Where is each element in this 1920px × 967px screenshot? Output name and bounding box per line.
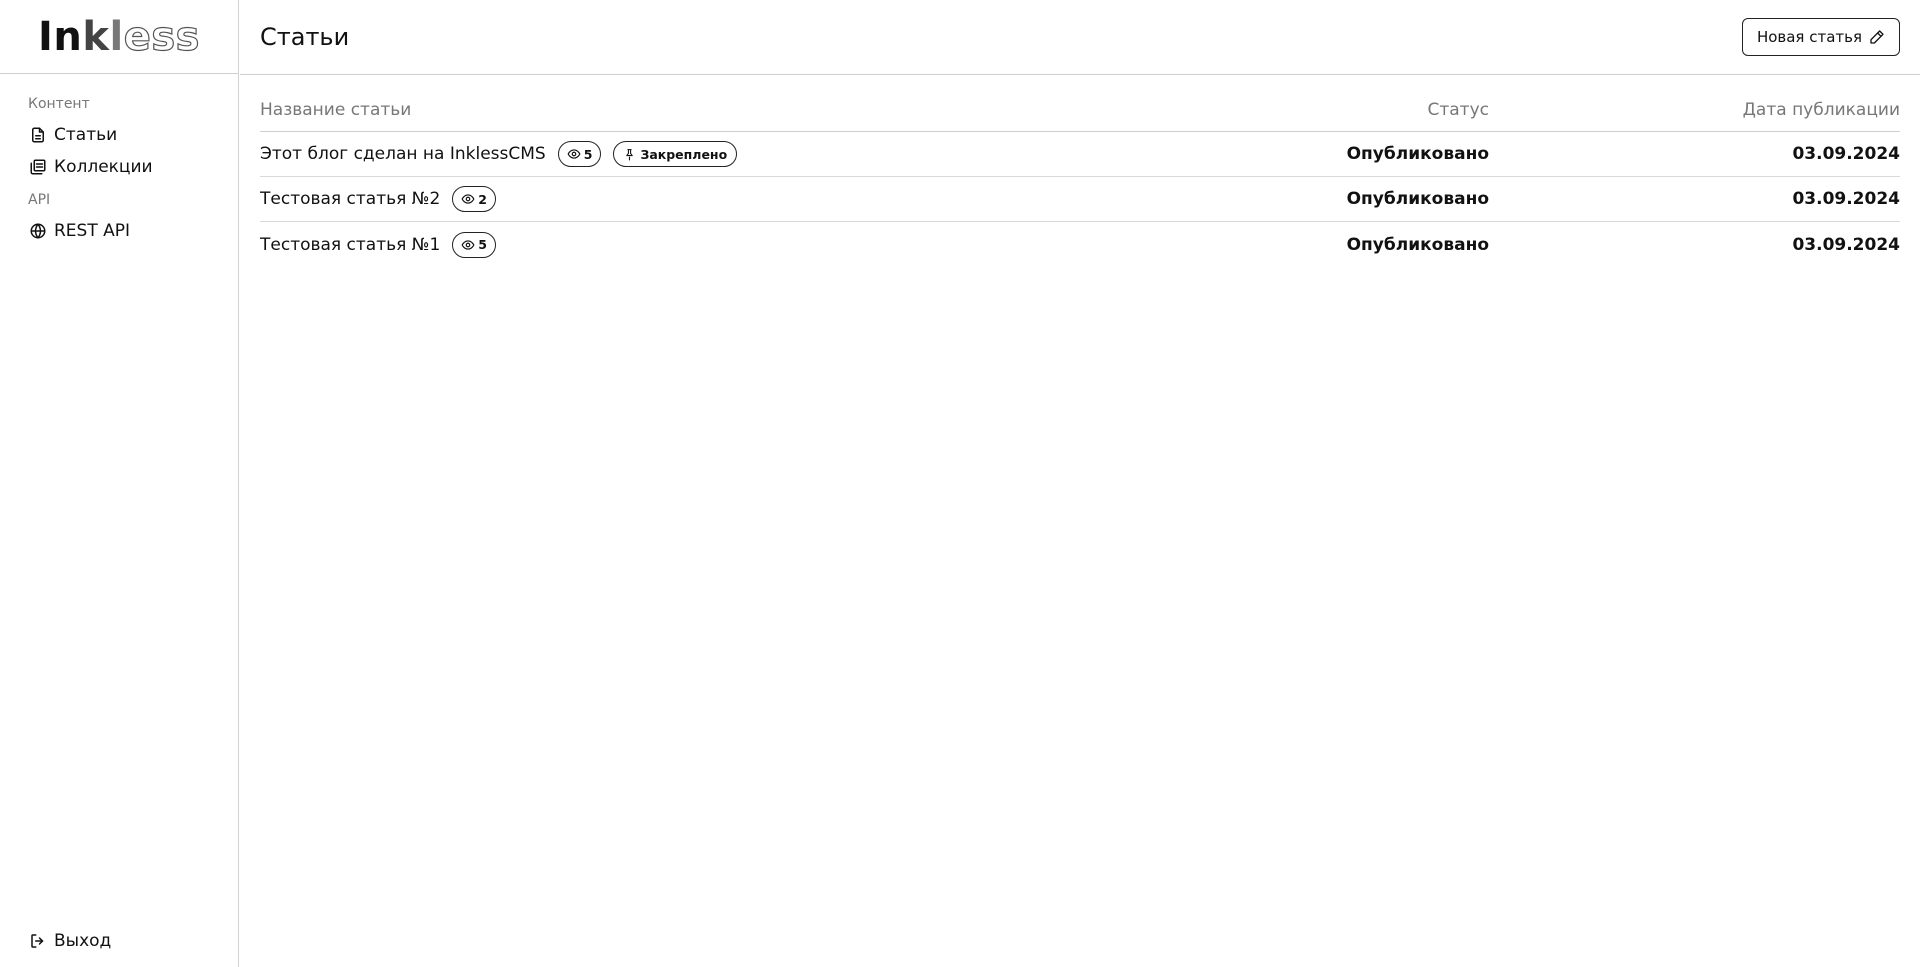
article-title-cell[interactable]: Этот блог сделан на InklessCMS 5 Закрепл… xyxy=(260,141,1189,167)
sidebar-item-collections[interactable]: Коллекции xyxy=(28,151,238,183)
article-status: Опубликовано xyxy=(1346,234,1489,255)
table-row[interactable]: Тестовая статья №2 2 Опубликовано 03.09.… xyxy=(260,177,1900,222)
views-count: 5 xyxy=(478,237,487,252)
sidebar: Inkless Контент Статьи Коллекции API RES… xyxy=(0,0,239,967)
article-title[interactable]: Этот блог сделан на InklessCMS xyxy=(260,144,546,164)
sidebar-item-rest-api[interactable]: REST API xyxy=(28,215,238,247)
sidebar-nav: Контент Статьи Коллекции API REST API xyxy=(0,74,238,247)
table-row[interactable]: Тестовая статья №1 5 Опубликовано 03.09.… xyxy=(260,222,1900,267)
sidebar-item-label: Статьи xyxy=(54,125,118,145)
topbar: Статьи Новая статья xyxy=(240,0,1920,75)
pinned-badge: Закреплено xyxy=(613,141,738,167)
column-header-date[interactable]: Дата публикации xyxy=(1489,100,1900,120)
pencil-icon xyxy=(1870,30,1884,44)
article-title-cell[interactable]: Тестовая статья №1 5 xyxy=(260,231,1189,258)
sidebar-item-label: Коллекции xyxy=(54,157,153,177)
article-title-cell[interactable]: Тестовая статья №2 2 xyxy=(260,186,1189,212)
logo-area: Inkless xyxy=(0,0,238,74)
column-header-title[interactable]: Название статьи xyxy=(260,100,1189,120)
eye-icon xyxy=(461,239,475,250)
table-header: Название статьи Статус Дата публикации xyxy=(260,88,1900,132)
eye-icon xyxy=(461,194,475,204)
sidebar-item-label: REST API xyxy=(54,221,131,241)
article-title[interactable]: Тестовая статья №2 xyxy=(260,189,440,209)
views-badge: 5 xyxy=(557,141,602,167)
article-date: 03.09.2024 xyxy=(1792,189,1900,209)
app-logo[interactable]: Inkless xyxy=(38,13,200,60)
logout-label: Выход xyxy=(54,931,112,951)
articles-table: Название статьи Статус Дата публикации Э… xyxy=(260,88,1900,267)
nav-section-label-content: Контент xyxy=(28,96,90,112)
new-article-button-label: Новая статья xyxy=(1756,28,1862,46)
article-title[interactable]: Тестовая статья №1 xyxy=(260,235,440,255)
views-badge: 5 xyxy=(452,231,496,258)
sidebar-item-articles[interactable]: Статьи xyxy=(28,119,238,151)
views-badge: 2 xyxy=(452,186,496,212)
logout-icon xyxy=(28,931,48,951)
new-article-button[interactable]: Новая статья xyxy=(1741,18,1900,56)
article-date: 03.09.2024 xyxy=(1792,234,1900,255)
nav-section-label-api: API xyxy=(28,192,51,208)
article-status: Опубликовано xyxy=(1346,144,1489,164)
views-count: 2 xyxy=(478,191,487,207)
eye-icon xyxy=(567,149,581,159)
pinned-label: Закреплено xyxy=(640,146,728,162)
article-date: 03.09.2024 xyxy=(1792,144,1900,164)
logout-button[interactable]: Выход xyxy=(28,925,111,957)
main-content: Статьи Новая статья Название статьи Стат… xyxy=(240,0,1920,967)
article-status: Опубликовано xyxy=(1346,189,1489,209)
page-title: Статьи xyxy=(260,23,350,51)
collections-icon xyxy=(28,157,48,177)
views-count: 5 xyxy=(583,146,593,162)
globe-icon xyxy=(28,221,48,241)
column-header-status[interactable]: Статус xyxy=(1189,100,1489,120)
table-row[interactable]: Этот блог сделан на InklessCMS 5 Закрепл… xyxy=(260,132,1900,177)
pin-icon xyxy=(626,148,634,160)
document-icon xyxy=(28,125,48,145)
